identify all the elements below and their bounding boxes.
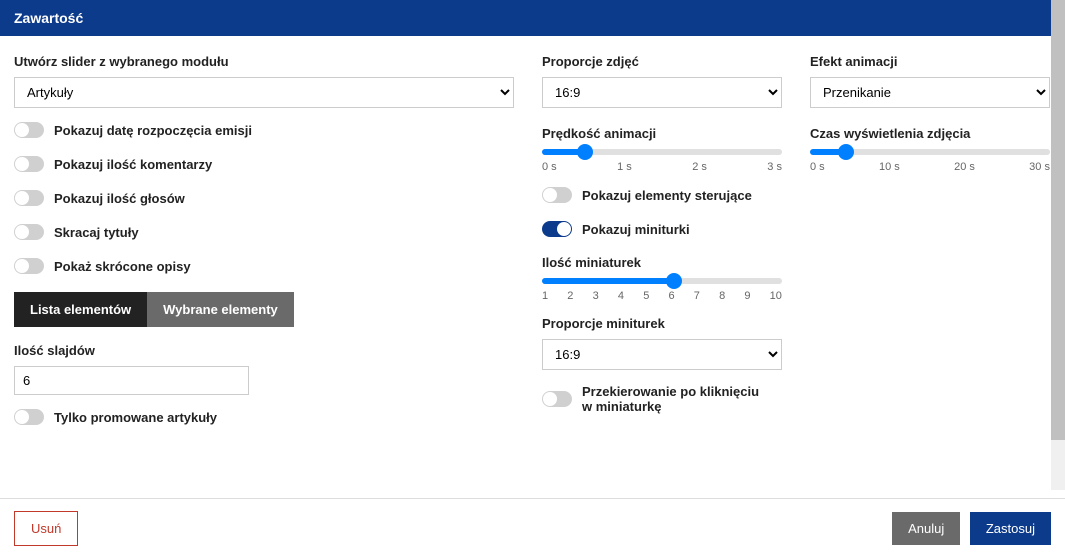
tab-element-list[interactable]: Lista elementów <box>14 292 147 327</box>
column-left: Utwórz slider z wybranego modułu Artykuł… <box>14 50 514 486</box>
column-middle: Proporcje zdjęć 16:9 Prędkość animacji 0… <box>542 50 782 486</box>
anim-effect-label: Efekt animacji <box>810 54 1050 69</box>
content-area: Utwórz slider z wybranego modułu Artykuł… <box>0 36 1065 486</box>
toggle-label: Pokazuj miniturki <box>582 222 690 237</box>
toggle-row-shorten-titles: Skracaj tytuły <box>14 224 514 240</box>
tab-selected-elements[interactable]: Wybrane elementy <box>147 292 294 327</box>
thumbs-aspect-label: Proporcje miniturek <box>542 316 782 331</box>
anim-effect-select[interactable]: Przenikanie <box>810 77 1050 108</box>
toggle-show-comment-count[interactable] <box>14 156 44 172</box>
toggle-row-vote-count: Pokazuj ilość głosów <box>14 190 514 206</box>
display-time-slider[interactable] <box>810 149 1050 155</box>
thumbs-count-ticks: 1 2 3 4 5 6 7 8 9 10 <box>542 290 782 302</box>
thumbs-count-label: Ilość miniaturek <box>542 255 782 270</box>
toggle-row-thumb-redirect: Przekierowanie po kliknięciu w miniaturk… <box>542 384 782 414</box>
section-header: Zawartość <box>0 0 1065 36</box>
module-select-label: Utwórz slider z wybranego modułu <box>14 54 514 69</box>
column-right: Efekt animacji Przenikanie Czas wyświetl… <box>810 50 1050 486</box>
toggle-promoted-only[interactable] <box>14 409 44 425</box>
thumbs-aspect-select[interactable]: 16:9 <box>542 339 782 370</box>
toggle-label: Pokazuj datę rozpoczęcia emisji <box>54 123 252 138</box>
scrollbar[interactable] <box>1051 0 1065 490</box>
toggle-show-vote-count[interactable] <box>14 190 44 206</box>
toggle-label: Tylko promowane artykuły <box>54 410 217 425</box>
toggle-label: Pokaż skrócone opisy <box>54 259 191 274</box>
slides-count-label: Ilość slajdów <box>14 343 514 358</box>
footer-right: Anuluj Zastosuj <box>892 512 1051 545</box>
thumbs-count-slider[interactable] <box>542 278 782 284</box>
footer: Usuń Anuluj Zastosuj <box>0 498 1065 558</box>
section-title: Zawartość <box>14 10 83 26</box>
toggle-show-short-desc[interactable] <box>14 258 44 274</box>
toggle-show-thumbs[interactable] <box>542 221 572 237</box>
cancel-button[interactable]: Anuluj <box>892 512 960 545</box>
toggle-label: Skracaj tytuły <box>54 225 139 240</box>
toggle-row-short-desc: Pokaż skrócone opisy <box>14 258 514 274</box>
apply-button[interactable]: Zastosuj <box>970 512 1051 545</box>
toggle-label: Pokazuj ilość komentarzy <box>54 157 212 172</box>
aspect-select[interactable]: 16:9 <box>542 77 782 108</box>
tabs: Lista elementów Wybrane elementy <box>14 292 514 327</box>
module-select[interactable]: Artykuły <box>14 77 514 108</box>
toggle-label: Pokazuj elementy sterujące <box>582 188 752 203</box>
delete-button[interactable]: Usuń <box>14 511 78 546</box>
toggle-row-comment-count: Pokazuj ilość komentarzy <box>14 156 514 172</box>
toggle-row-show-controls: Pokazuj elementy sterujące <box>542 187 782 203</box>
anim-speed-slider[interactable] <box>542 149 782 155</box>
toggle-thumb-redirect[interactable] <box>542 391 572 407</box>
toggle-row-start-date: Pokazuj datę rozpoczęcia emisji <box>14 122 514 138</box>
toggle-shorten-titles[interactable] <box>14 224 44 240</box>
toggle-label: Przekierowanie po kliknięciu w miniaturk… <box>582 384 772 414</box>
toggle-show-start-date[interactable] <box>14 122 44 138</box>
aspect-label: Proporcje zdjęć <box>542 54 782 69</box>
display-time-label: Czas wyświetlenia zdjęcia <box>810 126 1050 141</box>
slides-count-input[interactable] <box>14 366 249 395</box>
toggle-show-controls[interactable] <box>542 187 572 203</box>
display-time-ticks: 0 s 10 s 20 s 30 s <box>810 161 1050 173</box>
anim-speed-label: Prędkość animacji <box>542 126 782 141</box>
toggle-label: Pokazuj ilość głosów <box>54 191 185 206</box>
toggle-row-show-thumbs: Pokazuj miniturki <box>542 221 782 237</box>
anim-speed-ticks: 0 s 1 s 2 s 3 s <box>542 161 782 173</box>
scrollbar-thumb[interactable] <box>1051 0 1065 440</box>
toggle-row-promoted-only: Tylko promowane artykuły <box>14 409 514 425</box>
